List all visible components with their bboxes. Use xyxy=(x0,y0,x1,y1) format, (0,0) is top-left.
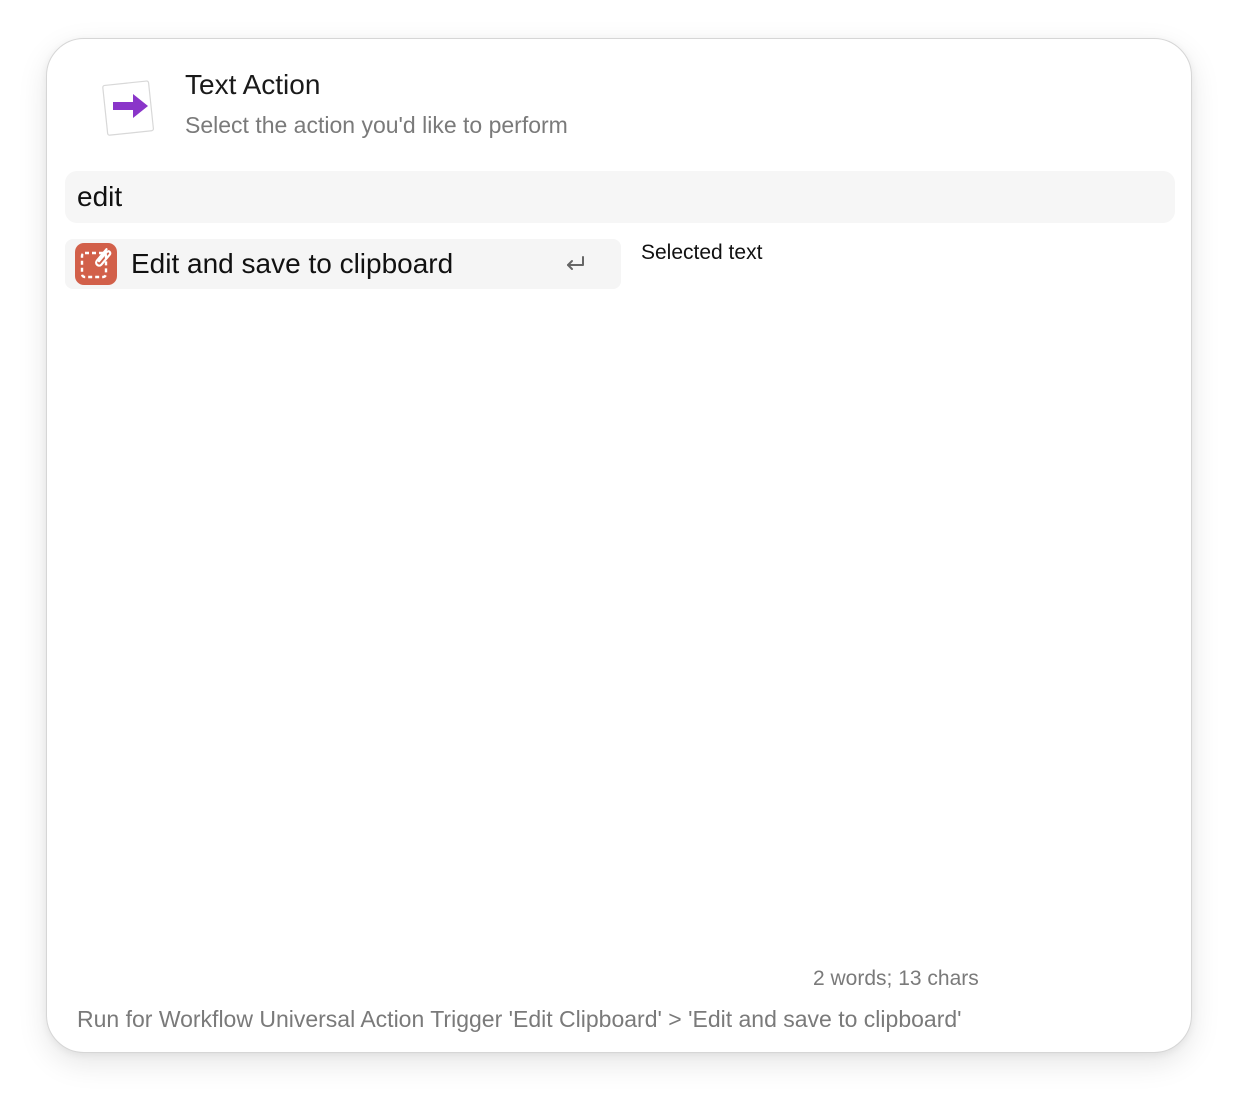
footer-status: Run for Workflow Universal Action Trigge… xyxy=(77,1006,962,1032)
result-item-label: Edit and save to clipboard xyxy=(131,248,454,279)
search-input[interactable]: edit xyxy=(65,171,1175,223)
result-item[interactable]: Edit and save to clipboard xyxy=(65,239,621,289)
search-query: edit xyxy=(77,181,123,212)
window-subtitle: Select the action you'd like to perform xyxy=(185,112,568,138)
word-char-count: 2 words; 13 chars xyxy=(813,967,979,990)
text-action-window: Text Action Select the action you'd like… xyxy=(46,38,1192,1053)
window-title: Text Action xyxy=(185,69,321,100)
return-key-icon xyxy=(563,253,587,275)
text-action-arrow-icon xyxy=(99,77,159,137)
clipboard-edit-icon xyxy=(75,243,117,285)
detail-label: Selected text xyxy=(641,241,763,264)
